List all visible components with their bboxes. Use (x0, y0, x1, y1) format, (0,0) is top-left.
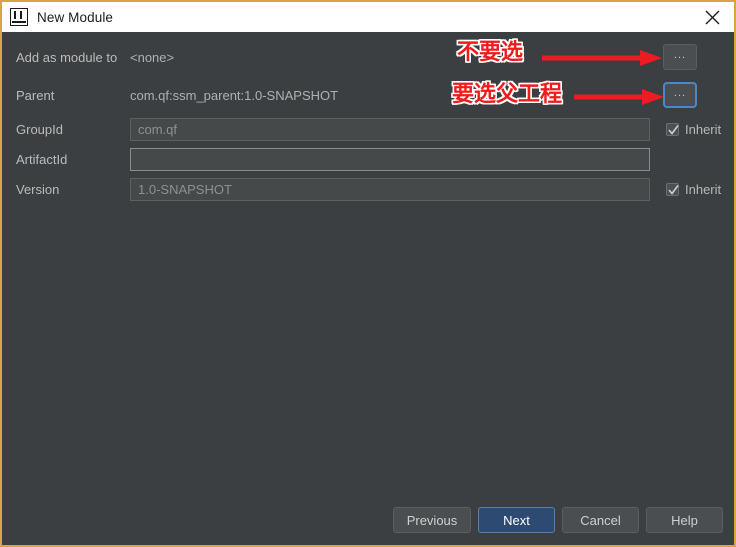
row-version: Version Inherit (2, 177, 734, 203)
row-group-id: GroupId Inherit (2, 117, 734, 143)
label-group-id: GroupId (16, 122, 63, 137)
title-bar: New Module (2, 2, 734, 32)
browse-add-as-module-to-button[interactable]: ... (663, 44, 697, 70)
window-title: New Module (37, 9, 114, 25)
row-artifact-id: ArtifactId (2, 147, 734, 173)
annotation-arrow-bottom (574, 87, 664, 107)
group-id-input[interactable] (130, 118, 650, 141)
label-artifact-id: ArtifactId (16, 152, 68, 167)
cancel-button[interactable]: Cancel (562, 507, 639, 533)
version-input[interactable] (130, 178, 650, 201)
group-id-inherit-checkbox[interactable]: Inherit (666, 122, 721, 137)
ellipsis-label: ... (673, 86, 687, 99)
new-module-dialog: New Module Add as module to <none> Paren… (0, 0, 736, 547)
next-button[interactable]: Next (478, 507, 555, 533)
label-add-as-module-to: Add as module to (16, 50, 118, 65)
version-inherit-checkbox[interactable]: Inherit (666, 182, 721, 197)
label-parent: Parent (16, 88, 55, 103)
dialog-body: Add as module to <none> Parent com.qf:ss… (2, 32, 734, 545)
annotation-arrow-top (542, 48, 662, 68)
help-button[interactable]: Help (646, 507, 723, 533)
close-icon[interactable] (690, 2, 734, 32)
version-inherit-label: Inherit (685, 182, 722, 197)
previous-button[interactable]: Previous (393, 507, 471, 533)
value-parent: com.qf:ssm_parent:1.0-SNAPSHOT (130, 88, 339, 103)
group-id-inherit-label: Inherit (685, 122, 722, 137)
dialog-button-bar: Previous Next Cancel Help (2, 507, 734, 535)
annotation-select-parent-project: 要选父工程 (452, 82, 563, 107)
value-add-as-module-to: <none> (130, 50, 175, 65)
label-version: Version (16, 182, 60, 197)
checkbox-checked-icon (666, 123, 679, 136)
intellij-idea-icon (10, 8, 28, 26)
artifact-id-input[interactable] (130, 148, 650, 171)
annotation-do-not-select: 不要选 (457, 40, 524, 65)
checkbox-checked-icon (666, 183, 679, 196)
ellipsis-label: ... (673, 48, 687, 61)
browse-parent-button[interactable]: ... (663, 82, 697, 108)
